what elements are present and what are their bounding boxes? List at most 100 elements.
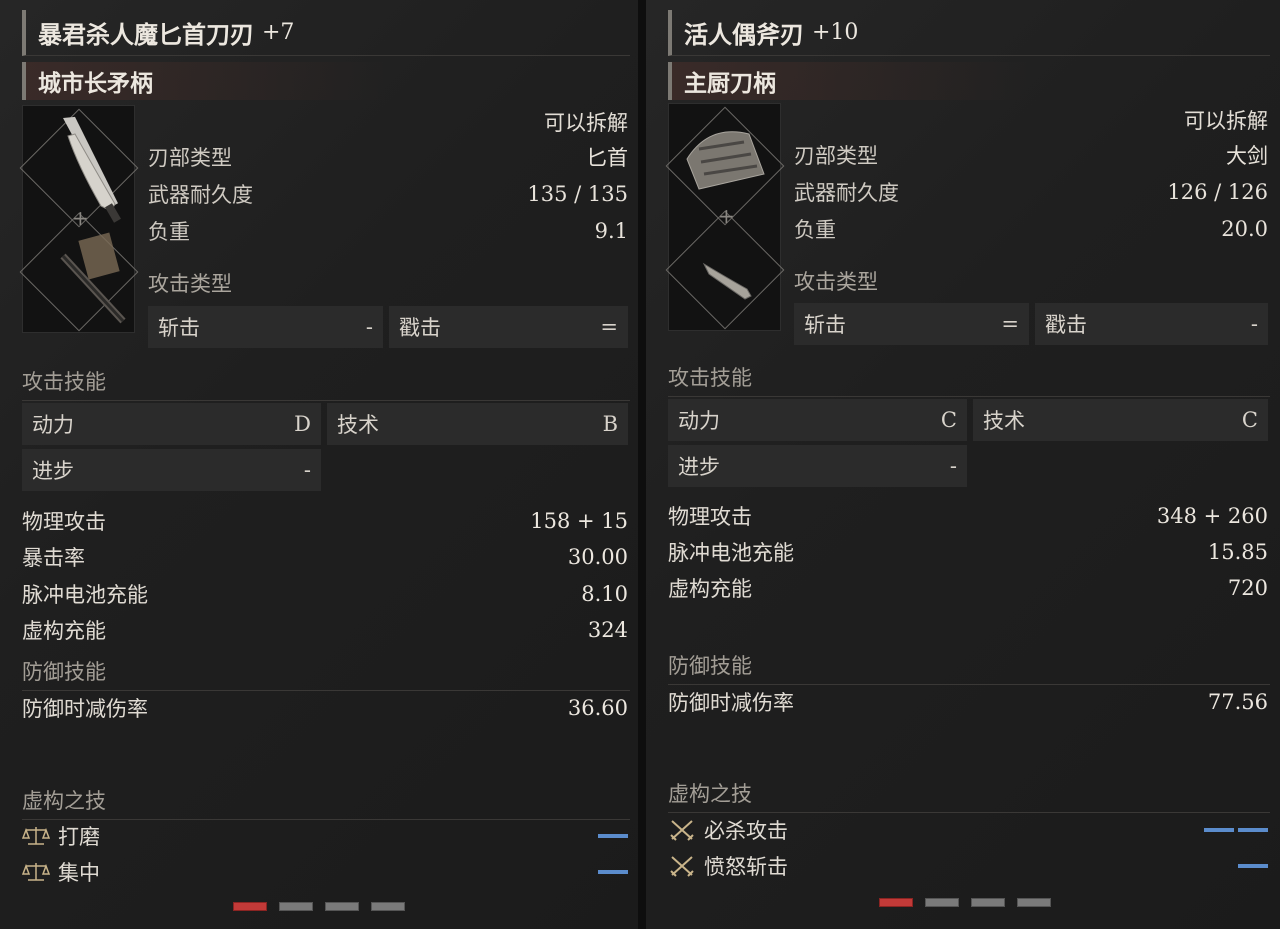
skill-name: 动力 bbox=[678, 409, 720, 433]
skill-grade: B bbox=[602, 412, 618, 436]
fable-cost-bars bbox=[1238, 864, 1268, 868]
attack-type-label: 攻击类型 bbox=[794, 270, 878, 294]
page-dot[interactable] bbox=[325, 902, 359, 911]
fable-skill-name: 打磨 bbox=[58, 825, 100, 849]
upgrade-level: +10 bbox=[812, 20, 859, 45]
handle-title: 城市长矛柄 bbox=[22, 62, 630, 100]
page-dot[interactable] bbox=[925, 898, 959, 907]
skill-motivity: 动力 C bbox=[668, 399, 967, 441]
fable-cost-bars bbox=[1204, 828, 1268, 832]
stat-durability: 武器耐久度 126 / 126 bbox=[794, 177, 1268, 207]
fable-cost-bar bbox=[598, 870, 628, 874]
fable-skill-name: 集中 bbox=[58, 861, 100, 885]
page-dot[interactable] bbox=[1017, 898, 1051, 907]
page-dot[interactable] bbox=[371, 902, 405, 911]
attack-skill-label: 攻击技能 bbox=[668, 362, 1270, 397]
weapon-panel-left: 暴君杀人魔匕首刀刃 +7 城市长矛柄 + 可以拆解 刃部类型 匕首 武器耐久度 … bbox=[0, 0, 640, 929]
handle-name: 主厨刀柄 bbox=[684, 70, 776, 97]
upgrade-level: +7 bbox=[262, 20, 295, 45]
attack-type-value: = bbox=[600, 315, 618, 339]
stat-value: 720 bbox=[1227, 576, 1268, 600]
weapon-name: 活人偶斧刃 bbox=[684, 20, 804, 49]
skill-grade: - bbox=[949, 454, 957, 478]
page-dot[interactable] bbox=[279, 902, 313, 911]
weapon-title: 活人偶斧刃 +10 bbox=[668, 10, 1270, 56]
skill-advance: 进步 - bbox=[22, 449, 321, 491]
stat-value: 8.10 bbox=[581, 582, 628, 606]
attack-type-name: 斩击 bbox=[804, 313, 846, 337]
fable-cost-bar bbox=[598, 834, 628, 838]
fable-cost-bars bbox=[598, 834, 628, 838]
stat-guard-reduction: 防御时减伤率 36.60 bbox=[22, 692, 628, 724]
fable-cost-bar bbox=[1204, 828, 1234, 832]
stat-value: 348 + 260 bbox=[1156, 504, 1268, 528]
page-dot-active[interactable] bbox=[233, 902, 267, 911]
stat-label: 防御时减伤率 bbox=[668, 691, 794, 715]
fable-art-label: 虚构之技 bbox=[668, 778, 1270, 813]
stat-value: 135 / 135 bbox=[527, 182, 628, 206]
scale-icon bbox=[22, 827, 50, 845]
stat-value: 30.00 bbox=[567, 545, 628, 569]
skill-name: 动力 bbox=[32, 413, 74, 437]
stat-pulse-charge: 脉冲电池充能 15.85 bbox=[668, 536, 1268, 568]
stat-value: 15.85 bbox=[1207, 540, 1268, 564]
attack-type-slash: 斩击 - bbox=[148, 306, 383, 348]
page-indicator bbox=[879, 898, 1051, 907]
chef-handle-icon bbox=[702, 262, 752, 300]
skill-grade: D bbox=[294, 412, 311, 436]
attack-type-thrust: 戳击 = bbox=[389, 306, 628, 348]
skill-motivity: 动力 D bbox=[22, 403, 321, 445]
stat-label: 武器耐久度 bbox=[794, 181, 899, 205]
page-dot-active[interactable] bbox=[879, 898, 913, 907]
attack-skill-label: 攻击技能 bbox=[22, 366, 630, 401]
defense-skill-label: 防御技能 bbox=[668, 650, 1270, 685]
page-dot[interactable] bbox=[971, 898, 1005, 907]
stat-label: 武器耐久度 bbox=[148, 183, 253, 207]
stat-weight: 负重 9.1 bbox=[148, 216, 628, 246]
crossed-swords-icon bbox=[670, 820, 694, 841]
fable-cost-bars bbox=[598, 870, 628, 874]
stat-blade-type: 刃部类型 大剑 bbox=[794, 140, 1268, 170]
weapon-parts-icon-box: + bbox=[665, 103, 785, 331]
fable-art-label: 虚构之技 bbox=[22, 785, 630, 820]
weapon-compare-screen: 暴君杀人魔匕首刀刃 +7 城市长矛柄 + 可以拆解 刃部类型 匕首 武器耐久度 … bbox=[0, 0, 1280, 929]
skill-grade: C bbox=[940, 408, 957, 432]
stat-label: 虚构充能 bbox=[668, 577, 752, 601]
fable-skill-row[interactable]: 打磨 bbox=[22, 820, 628, 852]
weapon-name: 暴君杀人魔匕首刀刃 bbox=[38, 20, 254, 49]
stat-label: 虚构充能 bbox=[22, 619, 106, 643]
handle-name: 城市长矛柄 bbox=[38, 70, 153, 97]
skill-name: 进步 bbox=[32, 459, 74, 483]
weapon-title: 暴君杀人魔匕首刀刃 +7 bbox=[22, 10, 630, 56]
stat-label: 防御时减伤率 bbox=[22, 697, 148, 721]
skill-grade: - bbox=[303, 458, 311, 482]
stat-value: 匕首 bbox=[586, 146, 628, 170]
stat-value: 大剑 bbox=[1226, 144, 1268, 168]
stat-label: 刃部类型 bbox=[148, 146, 232, 170]
dismantle-status: 可以拆解 bbox=[544, 111, 628, 135]
stat-guard-reduction: 防御时减伤率 77.56 bbox=[668, 686, 1268, 718]
stat-blade-type: 刃部类型 匕首 bbox=[148, 142, 628, 172]
handle-title: 主厨刀柄 bbox=[668, 62, 1270, 100]
spear-handle-icon bbox=[60, 232, 126, 324]
stat-durability: 武器耐久度 135 / 135 bbox=[148, 179, 628, 209]
stat-value: 324 bbox=[587, 618, 628, 642]
attack-type-value: - bbox=[1250, 312, 1258, 336]
stat-fable-charge: 虚构充能 324 bbox=[22, 614, 628, 646]
attack-type-name: 斩击 bbox=[158, 316, 200, 340]
weapon-panel-right: 活人偶斧刃 +10 主厨刀柄 + 可以拆解 刃部类型 大剑 武器耐久度 126 … bbox=[646, 0, 1280, 929]
stat-label: 物理攻击 bbox=[22, 510, 106, 534]
skill-grade: C bbox=[1241, 408, 1258, 432]
stat-value: 9.1 bbox=[594, 219, 628, 243]
fable-skill-row[interactable]: 必杀攻击 bbox=[668, 814, 1268, 846]
stat-physical-attack: 物理攻击 158 + 15 bbox=[22, 505, 628, 537]
fable-skill-row[interactable]: 集中 bbox=[22, 856, 628, 888]
stat-value: 36.60 bbox=[567, 696, 628, 720]
fable-skill-row[interactable]: 愤怒斩击 bbox=[668, 850, 1268, 882]
skill-advance: 进步 - bbox=[668, 445, 967, 487]
stat-value: 20.0 bbox=[1221, 217, 1268, 241]
fable-cost-bar bbox=[1238, 864, 1268, 868]
dismantle-status: 可以拆解 bbox=[1184, 109, 1268, 133]
attack-type-name: 戳击 bbox=[1045, 313, 1087, 337]
stat-weight: 负重 20.0 bbox=[794, 214, 1268, 244]
